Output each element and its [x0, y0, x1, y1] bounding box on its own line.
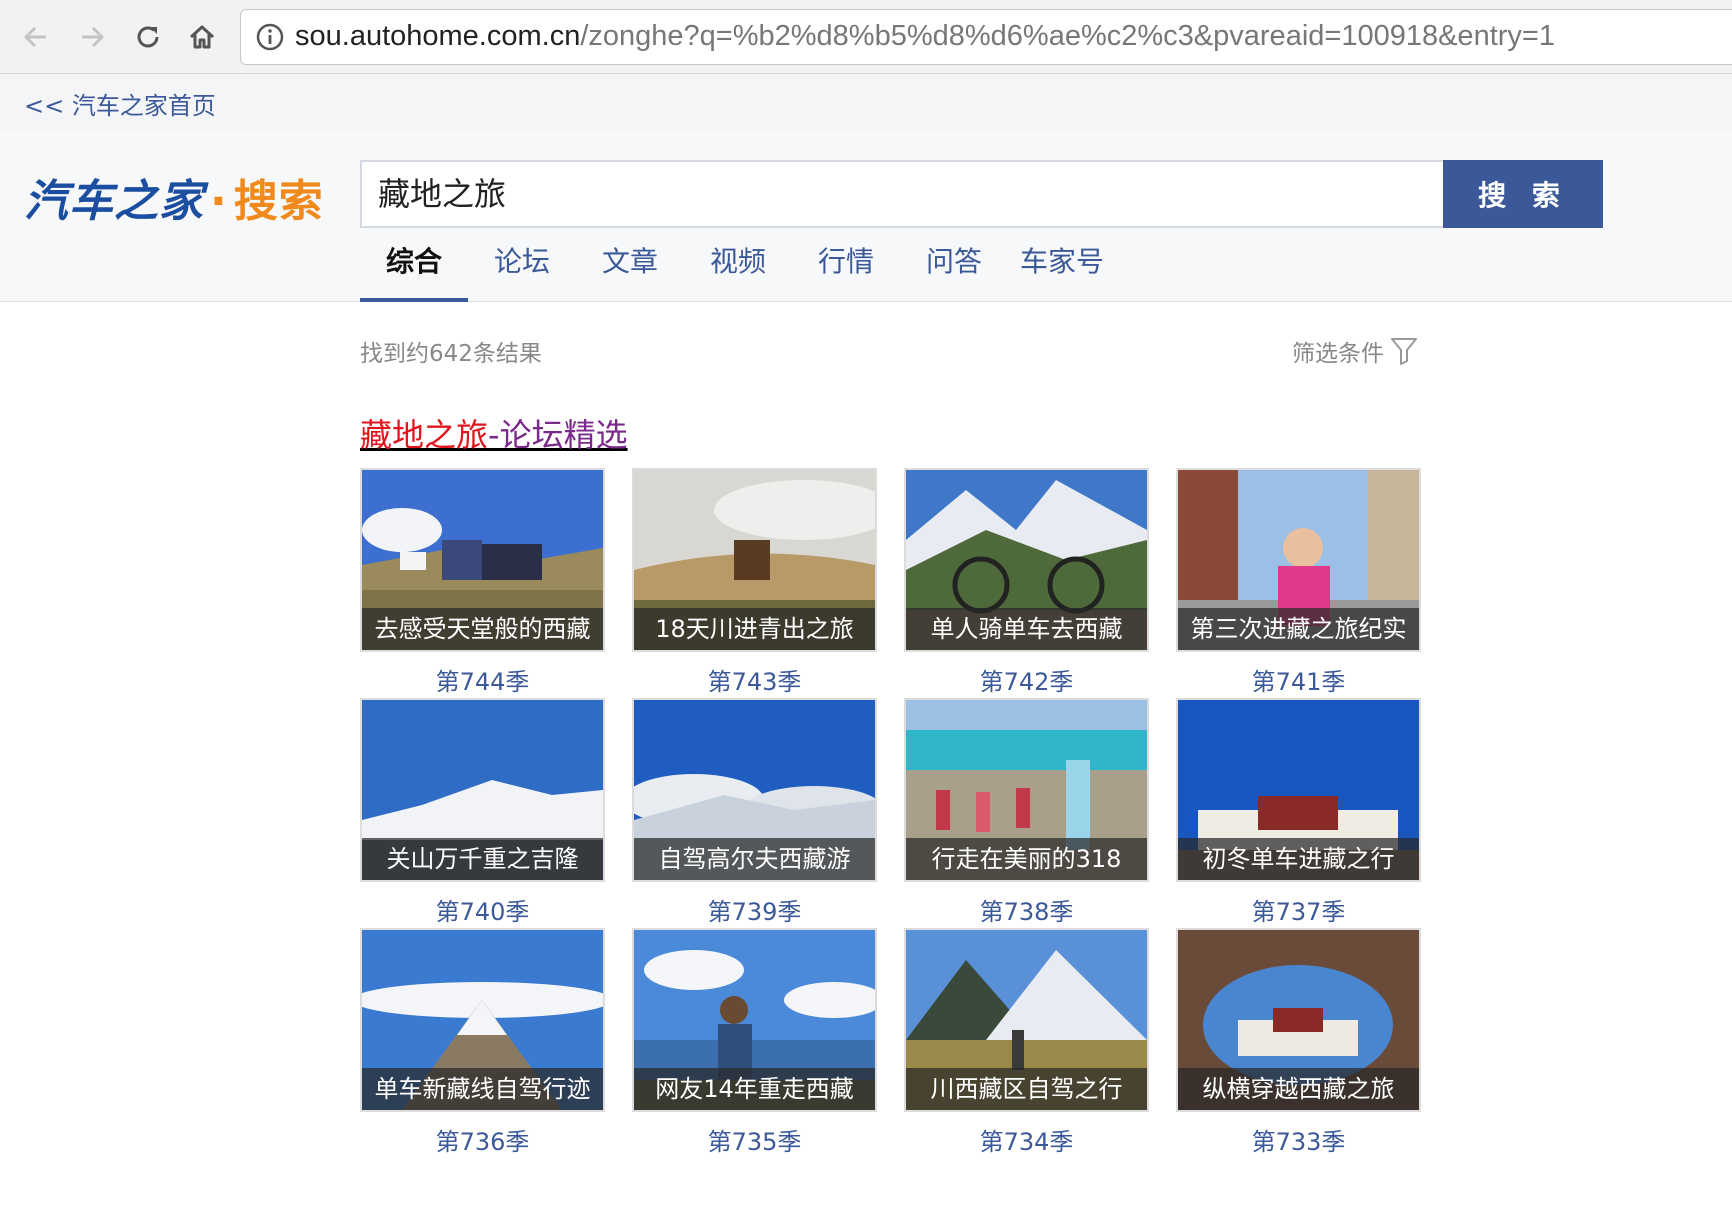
thread-caption: 关山万千重之吉隆	[362, 838, 603, 880]
filter-label: 筛选条件	[1292, 341, 1384, 367]
tab-articles[interactable]: 文章	[576, 240, 684, 302]
logo-search: 搜索	[233, 176, 324, 227]
thread-season[interactable]: 第744季	[360, 662, 605, 697]
thread-caption: 单人骑单车去西藏	[906, 608, 1147, 650]
thread-card[interactable]: 行走在美丽的318 第738季	[904, 698, 1149, 938]
thread-caption: 单车新藏线自驾行迹	[362, 1068, 603, 1110]
tab-prices[interactable]: 行情	[792, 240, 900, 302]
url-path: /zonghe?q=%b2%d8%b5%d8%d6%ae%c2%c3&pvare…	[580, 20, 1555, 52]
thread-season[interactable]: 第735季	[632, 1122, 877, 1157]
thread-thumbnail[interactable]: 网友14年重走西藏	[632, 928, 877, 1112]
home-icon[interactable]	[182, 17, 222, 57]
thread-thumbnail[interactable]: 去感受天堂般的西藏	[360, 468, 605, 652]
thread-thumbnail[interactable]: 川西藏区自驾之行	[904, 928, 1149, 1112]
thread-card[interactable]: 单车新藏线自驾行迹 第736季	[360, 928, 605, 1168]
section-title-link[interactable]: 藏地之旅-论坛精选	[360, 410, 628, 456]
thread-season[interactable]: 第739季	[632, 892, 877, 927]
address-bar[interactable]: sou.autohome.com.cn/zonghe?q=%b2%d8%b5%d…	[240, 9, 1732, 65]
thread-thumbnail[interactable]: 单人骑单车去西藏	[904, 468, 1149, 652]
thread-season[interactable]: 第738季	[904, 892, 1149, 927]
thread-caption: 初冬单车进藏之行	[1178, 838, 1419, 880]
result-tabs: 综合 论坛 文章 视频 行情 问答 车家号	[360, 240, 1116, 302]
home-page-link[interactable]: << 汽车之家首页	[24, 86, 216, 121]
logo-brand: 汽车之家	[24, 176, 204, 227]
thread-season[interactable]: 第743季	[632, 662, 877, 697]
browser-toolbar: sou.autohome.com.cn/zonghe?q=%b2%d8%b5%d…	[0, 0, 1732, 74]
thread-thumbnail[interactable]: 行走在美丽的318	[904, 698, 1149, 882]
thread-caption: 网友14年重走西藏	[634, 1068, 875, 1110]
thread-card[interactable]: 川西藏区自驾之行 第734季	[904, 928, 1149, 1168]
thread-season[interactable]: 第741季	[1176, 662, 1421, 697]
thread-thumbnail[interactable]: 自驾高尔夫西藏游	[632, 698, 877, 882]
tab-qa[interactable]: 问答	[900, 240, 1008, 302]
thread-thumbnail[interactable]: 纵横穿越西藏之旅	[1176, 928, 1421, 1112]
funnel-icon	[1391, 338, 1417, 365]
thread-season[interactable]: 第734季	[904, 1122, 1149, 1157]
info-icon[interactable]	[255, 22, 285, 52]
thread-season[interactable]: 第740季	[360, 892, 605, 927]
search-input[interactable]: 藏地之旅	[360, 160, 1444, 228]
thread-card[interactable]: 初冬单车进藏之行 第737季	[1176, 698, 1421, 938]
thread-caption: 18天川进青出之旅	[634, 608, 875, 650]
forward-arrow-icon[interactable]	[72, 17, 112, 57]
site-logo[interactable]: 汽车之家 · 搜索	[24, 165, 324, 229]
thread-caption: 行走在美丽的318	[906, 838, 1147, 880]
thread-card[interactable]: 纵横穿越西藏之旅 第733季	[1176, 928, 1421, 1168]
thread-thumbnail[interactable]: 关山万千重之吉隆	[360, 698, 605, 882]
tab-chejiahao[interactable]: 车家号	[1008, 240, 1116, 302]
thread-thumbnail[interactable]: 初冬单车进藏之行	[1176, 698, 1421, 882]
thread-caption: 自驾高尔夫西藏游	[634, 838, 875, 880]
thread-card[interactable]: 网友14年重走西藏 第735季	[632, 928, 877, 1168]
section-title-suffix: -论坛精选	[488, 416, 628, 454]
thread-caption: 第三次进藏之旅纪实	[1178, 608, 1419, 650]
tab-zonghe[interactable]: 综合	[360, 240, 468, 302]
thread-thumbnail[interactable]: 第三次进藏之旅纪实	[1176, 468, 1421, 652]
thread-caption: 纵横穿越西藏之旅	[1178, 1068, 1419, 1110]
tab-videos[interactable]: 视频	[684, 240, 792, 302]
search-header: 汽车之家 · 搜索 藏地之旅 搜 索 综合 论坛 文章 视频 行情 问答 车家号	[0, 130, 1732, 302]
thread-thumbnail[interactable]: 18天川进青出之旅	[632, 468, 877, 652]
filter-button[interactable]: 筛选条件	[1292, 334, 1418, 368]
search-button[interactable]: 搜 索	[1443, 160, 1603, 228]
thread-card[interactable]: 18天川进青出之旅 第743季	[632, 468, 877, 708]
tab-forum[interactable]: 论坛	[468, 240, 576, 302]
section-title-keyword: 藏地之旅	[360, 416, 489, 454]
thread-season[interactable]: 第736季	[360, 1122, 605, 1157]
top-link-bar: << 汽车之家首页	[0, 74, 1732, 130]
thread-caption: 川西藏区自驾之行	[906, 1068, 1147, 1110]
result-count: 找到约642条结果	[360, 341, 542, 367]
reload-icon[interactable]	[128, 17, 168, 57]
thread-card[interactable]: 第三次进藏之旅纪实 第741季	[1176, 468, 1421, 708]
thread-card[interactable]: 去感受天堂般的西藏 第744季	[360, 468, 605, 708]
thread-season[interactable]: 第733季	[1176, 1122, 1421, 1157]
thread-season[interactable]: 第742季	[904, 662, 1149, 697]
url-host: sou.autohome.com.cn	[295, 20, 581, 52]
thread-thumbnail[interactable]: 单车新藏线自驾行迹	[360, 928, 605, 1112]
thread-card[interactable]: 单人骑单车去西藏 第742季	[904, 468, 1149, 708]
thread-card[interactable]: 自驾高尔夫西藏游 第739季	[632, 698, 877, 938]
logo-dot: ·	[210, 176, 228, 227]
url-text[interactable]: sou.autohome.com.cn/zonghe?q=%b2%d8%b5%d…	[295, 20, 1555, 53]
back-arrow-icon[interactable]	[16, 17, 56, 57]
thread-caption: 去感受天堂般的西藏	[362, 608, 603, 650]
thread-card[interactable]: 关山万千重之吉隆 第740季	[360, 698, 605, 938]
thread-season[interactable]: 第737季	[1176, 892, 1421, 927]
